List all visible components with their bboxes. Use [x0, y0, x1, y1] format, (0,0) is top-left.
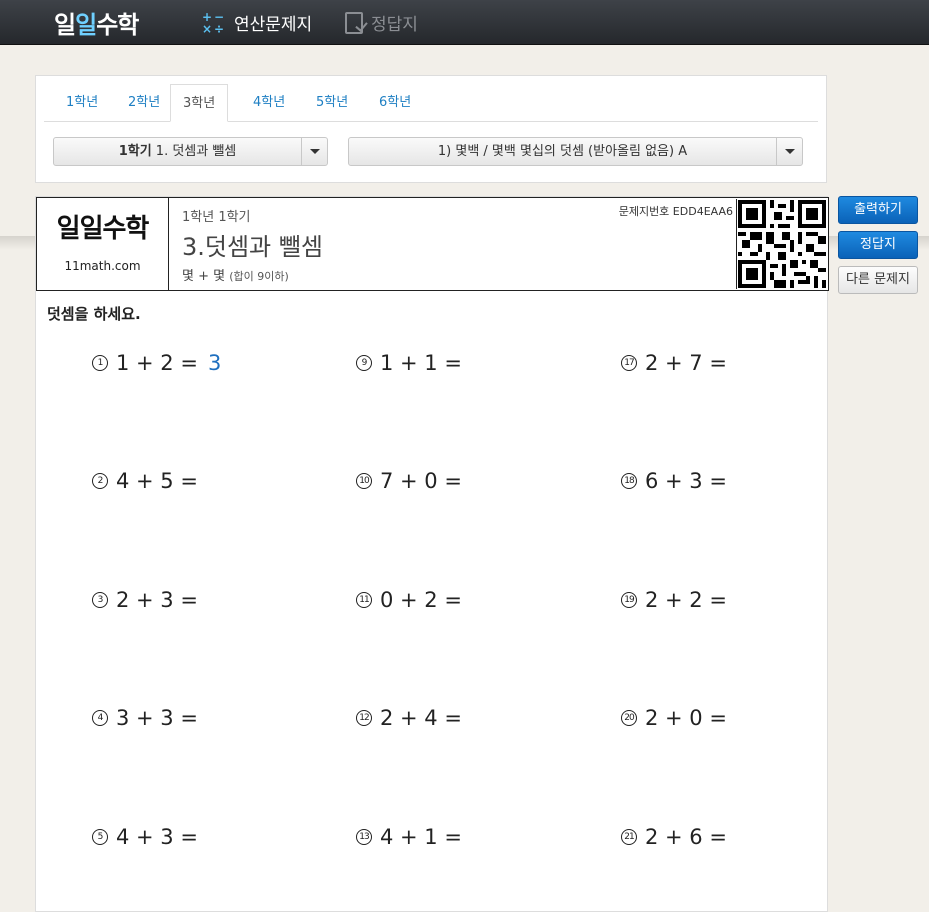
problem-item: 13 4 + 1 = — [356, 825, 462, 849]
problem-number: 4 — [92, 710, 108, 726]
problem-number: 21 — [621, 829, 637, 845]
problem-item: 17 2 + 7 = — [621, 351, 727, 375]
problem-number: 11 — [356, 592, 372, 608]
worksheet: 일일수학 11math.com 1학년 1학기 3.덧셈과 뺄셈 몇 + 몇 (… — [35, 196, 829, 912]
problem-item: 4 3 + 3 = — [92, 706, 198, 730]
tab-grade-2[interactable]: 2학년 — [116, 84, 172, 121]
worksheet-info: 1학년 1학기 3.덧셈과 뺄셈 몇 + 몇 (합이 9이하) — [182, 206, 323, 284]
problem-expression: 6 + 3 = — [645, 469, 727, 493]
logo-text-2: 일 — [75, 11, 97, 39]
problem-expression: 4 + 5 = — [116, 469, 198, 493]
problem-expression: 2 + 6 = — [645, 825, 727, 849]
problem-expression: 1 + 2 = — [116, 351, 198, 375]
semester-select-label: 1학기 1. 덧셈과 뺄셈 — [54, 138, 301, 165]
problem-item: 18 6 + 3 = — [621, 469, 727, 493]
worksheet-code: 문제지번호 EDD4EAA6 — [618, 205, 733, 218]
problem-number: 10 — [356, 473, 372, 489]
other-worksheet-button[interactable]: 다른 문제지 — [838, 266, 918, 294]
worksheet-logo-text: 일일수학 — [56, 214, 150, 244]
problem-number: 17 — [621, 355, 637, 371]
problem-item: 19 2 + 2 = — [621, 588, 727, 612]
problem-number: 19 — [621, 592, 637, 608]
site-logo[interactable]: 일일수학 — [54, 5, 139, 40]
nav-worksheet-label: 연산문제지 — [234, 15, 313, 35]
topic-main: 몇 + 몇 — [182, 269, 226, 284]
grade-tabs: 1학년 2학년 3학년 4학년 5학년 6학년 — [44, 84, 818, 122]
problem-number: 12 — [356, 710, 372, 726]
chapter-label: 1. 덧셈과 뺄셈 — [151, 144, 237, 159]
problem-number: 18 — [621, 473, 637, 489]
topic-note: (합이 9이하) — [229, 270, 289, 283]
worksheet-header: 일일수학 11math.com 1학년 1학기 3.덧셈과 뺄셈 몇 + 몇 (… — [36, 197, 829, 291]
worksheet-grade: 1학년 1학기 — [182, 210, 251, 225]
problem-expression: 7 + 0 = — [380, 469, 462, 493]
problem-expression: 2 + 2 = — [645, 588, 727, 612]
problem-item: 3 2 + 3 = — [92, 588, 198, 612]
document-check-icon — [345, 11, 363, 34]
nav-answer-label: 정답지 — [371, 15, 418, 35]
logo-text-1: 일 — [54, 11, 76, 39]
problem-number: 3 — [92, 592, 108, 608]
problem-expression: 1 + 1 = — [380, 351, 462, 375]
semester-select[interactable]: 1학기 1. 덧셈과 뺄셈 — [53, 137, 328, 166]
worksheet-site: 11math.com — [64, 259, 141, 273]
worksheet-topic: 몇 + 몇 (합이 9이하) — [182, 265, 323, 284]
problem-item: 9 1 + 1 = — [356, 351, 462, 375]
problem-expression: 0 + 2 = — [380, 588, 462, 612]
qr-code-graphic — [738, 200, 826, 288]
selection-panel: 1학년 2학년 3학년 4학년 5학년 6학년 1학기 1. 덧셈과 뺄셈 1)… — [35, 75, 827, 183]
problem-item: 12 2 + 4 = — [356, 706, 462, 730]
problem-number: 20 — [621, 710, 637, 726]
problem-item: 11 0 + 2 = — [356, 588, 462, 612]
problem-item: 10 7 + 0 = — [356, 469, 462, 493]
calculator-icon: + − × ÷ — [202, 9, 225, 36]
problem-expression: 4 + 3 = — [116, 825, 198, 849]
problem-expression: 2 + 4 = — [380, 706, 462, 730]
problem-item: 1 1 + 2 = 3 — [92, 351, 221, 375]
qr-code-icon — [736, 199, 827, 289]
problem-expression: 3 + 3 = — [116, 706, 198, 730]
instruction-text: 덧셈을 하세요. — [47, 305, 141, 323]
tab-grade-4[interactable]: 4학년 — [241, 84, 297, 121]
problem-item: 20 2 + 0 = — [621, 706, 727, 730]
problem-expression: 2 + 3 = — [116, 588, 198, 612]
problem-item: 5 4 + 3 = — [92, 825, 198, 849]
problem-number: 1 — [92, 355, 108, 371]
nav-answer-sheet[interactable]: 정답지 — [345, 10, 418, 35]
worksheet-unit: 3.덧셈과 뺄셈 — [182, 233, 323, 261]
tab-grade-3[interactable]: 3학년 — [170, 84, 229, 122]
topic-select[interactable]: 1) 몇백 / 몇백 몇십의 덧셈 (받아올림 없음) A — [348, 137, 803, 166]
problem-number: 9 — [356, 355, 372, 371]
problem-item: 2 4 + 5 = — [92, 469, 198, 493]
chevron-down-icon — [776, 138, 802, 165]
answer-sheet-button[interactable]: 정답지 — [838, 231, 918, 259]
tab-grade-6[interactable]: 6학년 — [367, 84, 423, 121]
worksheet-logo: 일일수학 11math.com — [37, 198, 169, 290]
problem-number: 13 — [356, 829, 372, 845]
problem-expression: 4 + 1 = — [380, 825, 462, 849]
topic-select-label: 1) 몇백 / 몇백 몇십의 덧셈 (받아올림 없음) A — [437, 144, 688, 159]
tab-grade-1[interactable]: 1학년 — [54, 84, 110, 121]
print-button[interactable]: 출력하기 — [838, 196, 918, 224]
problem-number: 2 — [92, 473, 108, 489]
problem-expression: 2 + 0 = — [645, 706, 727, 730]
nav-worksheet[interactable]: + − × ÷ 연산문제지 — [202, 9, 313, 36]
problem-item: 21 2 + 6 = — [621, 825, 727, 849]
top-navbar: 일일수학 + − × ÷ 연산문제지 정답지 — [0, 0, 929, 45]
problem-number: 5 — [92, 829, 108, 845]
chevron-down-icon — [301, 138, 327, 165]
semester-label: 1학기 — [118, 144, 152, 159]
problem-expression: 2 + 7 = — [645, 351, 727, 375]
problem-answer: 3 — [207, 351, 222, 375]
logo-text-3: 수학 — [96, 11, 139, 39]
tab-grade-5[interactable]: 5학년 — [304, 84, 360, 121]
